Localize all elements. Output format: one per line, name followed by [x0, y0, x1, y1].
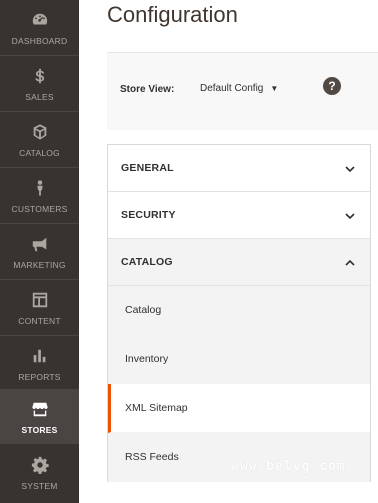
layout-icon [29, 289, 51, 311]
tab-security[interactable]: SECURITY [108, 192, 370, 239]
help-icon[interactable]: ? [323, 77, 341, 95]
nav-item-sales[interactable]: SALES [0, 56, 79, 111]
nav-item-marketing[interactable]: MARKETING [0, 224, 79, 279]
config-tabs: GENERAL SECURITY CATALOG Catalog Invento… [107, 144, 371, 482]
nav-label: SALES [25, 92, 54, 102]
tab-item-label: Inventory [125, 353, 169, 365]
store-view-dropdown[interactable]: Default Config ▼ [200, 83, 278, 94]
admin-sidebar: DASHBOARD SALES CATALOG CUSTOMERS MARKET… [0, 0, 79, 503]
nav-item-stores[interactable]: STORES [0, 389, 79, 444]
store-view-value: Default Config [200, 83, 264, 94]
nav-label: DASHBOARD [11, 36, 68, 46]
nav-item-reports[interactable]: REPORTS [0, 336, 79, 391]
nav-item-system[interactable]: SYSTEM [0, 445, 79, 500]
nav-label: CATALOG [19, 148, 60, 158]
chevron-up-icon [344, 256, 356, 268]
chevron-down-icon [344, 209, 356, 221]
store-view-label: Store View: [120, 84, 175, 95]
nav-label: CUSTOMERS [11, 204, 68, 214]
person-icon [29, 177, 51, 199]
dollar-icon [29, 65, 51, 87]
tab-item-inventory[interactable]: Inventory [108, 335, 370, 384]
nav-label: REPORTS [18, 372, 61, 382]
nav-label: SYSTEM [21, 481, 58, 491]
dashboard-icon [29, 9, 51, 31]
page-title: Configuration [107, 2, 238, 27]
nav-label: CONTENT [18, 316, 61, 326]
tab-title: SECURITY [121, 209, 176, 221]
watermark: www.belvg.com [231, 459, 346, 474]
tab-item-xml-sitemap[interactable]: XML Sitemap [108, 384, 370, 433]
tab-general[interactable]: GENERAL [108, 145, 370, 192]
store-view-bar: Store View: Default Config ▼ ? [107, 52, 378, 130]
tab-item-label: XML Sitemap [125, 402, 188, 414]
tab-catalog[interactable]: CATALOG [108, 239, 370, 286]
nav-item-customers[interactable]: CUSTOMERS [0, 168, 79, 223]
tab-item-label: RSS Feeds [125, 451, 179, 463]
nav-item-dashboard[interactable]: DASHBOARD [0, 0, 79, 55]
nav-label: STORES [21, 425, 58, 435]
tab-item-catalog[interactable]: Catalog [108, 286, 370, 335]
megaphone-icon [29, 233, 51, 255]
nav-item-content[interactable]: CONTENT [0, 280, 79, 335]
caret-down-icon: ▼ [270, 84, 279, 93]
tab-title: GENERAL [121, 162, 174, 174]
nav-item-catalog[interactable]: CATALOG [0, 112, 79, 167]
tab-item-label: Catalog [125, 304, 162, 316]
gear-icon [29, 454, 51, 476]
store-icon [29, 398, 51, 420]
tab-title: CATALOG [121, 256, 173, 268]
tab-item-rss-feeds[interactable]: RSS Feeds [108, 433, 370, 482]
chevron-down-icon [344, 162, 356, 174]
bar-chart-icon [29, 345, 51, 367]
box-icon [29, 121, 51, 143]
nav-label: MARKETING [13, 260, 66, 270]
